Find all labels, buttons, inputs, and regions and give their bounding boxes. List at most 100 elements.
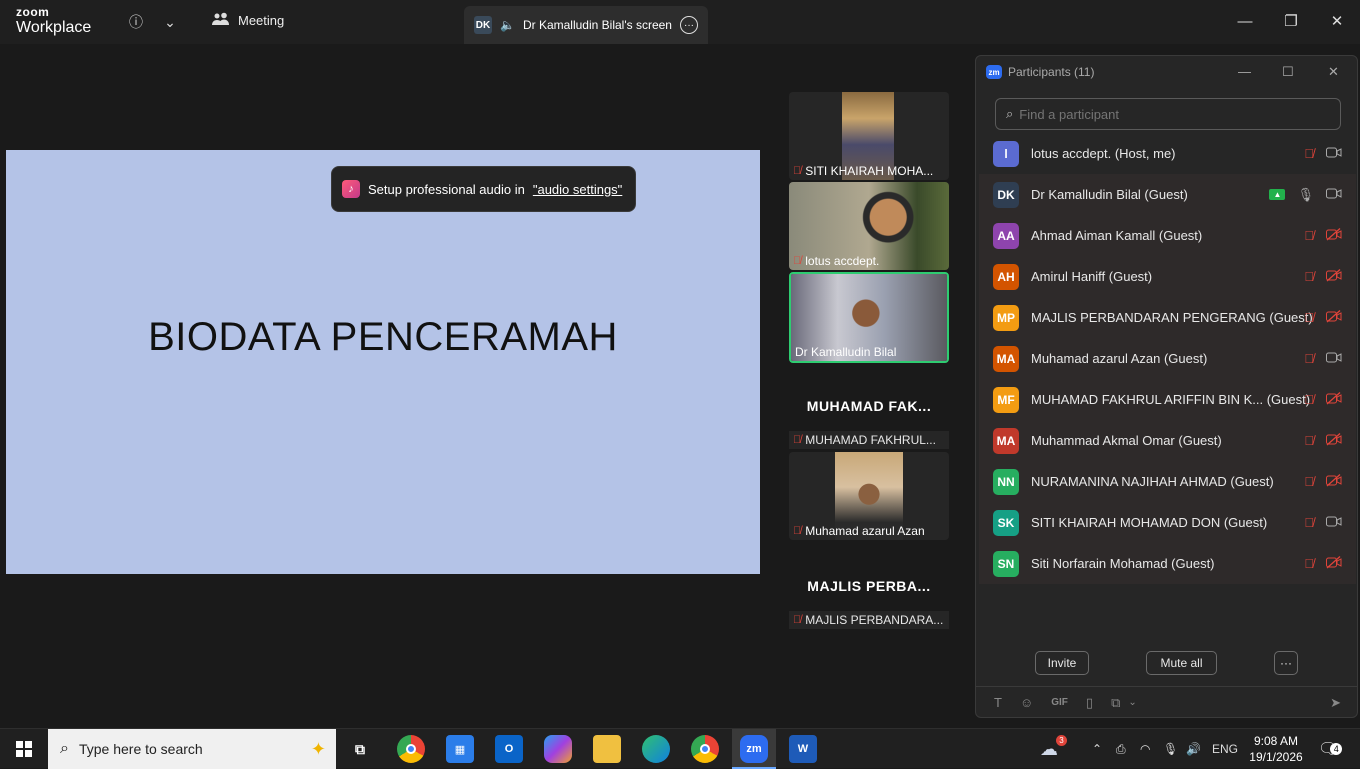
avatar: AH — [993, 263, 1019, 290]
file-explorer-icon[interactable] — [593, 735, 621, 763]
tile-name: 🎙̸ MUHAMAD FAKHRUL... — [789, 431, 949, 449]
mic-off-icon[interactable]: 🎙̸ — [1304, 269, 1314, 284]
meeting-tab[interactable]: Meeting — [212, 12, 284, 29]
participant-search[interactable]: ⌕ — [995, 98, 1341, 130]
clock[interactable]: 9:08 AM 19/1/2026 — [1248, 733, 1304, 765]
camera-off-icon[interactable] — [1326, 268, 1342, 285]
tile-name: 🎙̸ SITI KHAIRAH MOHA... — [793, 164, 934, 178]
participant-row[interactable]: DK Dr Kamalludin Bilal (Guest) ▲ 🎙 — [979, 174, 1356, 215]
screen-share-tab[interactable]: DK 🔈 Dr Kamalludin Bilal's screen ··· — [464, 6, 708, 44]
volume-icon[interactable]: 🔊 — [1186, 729, 1201, 769]
close-icon[interactable]: ✕ — [1322, 10, 1352, 32]
avatar: MA — [993, 345, 1019, 372]
camera-on-icon[interactable] — [1326, 351, 1342, 366]
camera-off-icon[interactable] — [1326, 473, 1342, 490]
more-options-icon[interactable]: ··· — [680, 16, 698, 34]
mic-off-icon[interactable]: 🎙̸ — [1304, 351, 1314, 366]
chat-toolbar: T ☺ GIF ▯ ⧉ ⌄ ➤ — [976, 686, 1357, 718]
windows-taskbar: ⌕ Type here to search ✦ ⧉ ▦ O zm W ☁ 3 ⌃… — [0, 728, 1360, 769]
edge-icon[interactable] — [642, 735, 670, 763]
wifi-icon[interactable]: ◠ — [1140, 729, 1150, 769]
camera-off-icon[interactable] — [1326, 227, 1342, 244]
panel-close-icon[interactable]: ✕ — [1328, 64, 1339, 80]
microphone-icon[interactable]: 🎙 — [1163, 729, 1178, 769]
mic-off-icon[interactable]: 🎙̸ — [1304, 392, 1314, 407]
mic-off-icon[interactable]: 🎙̸ — [1304, 228, 1314, 243]
windows-start-icon[interactable] — [16, 741, 32, 762]
mic-off-icon[interactable]: 🎙̸ — [1304, 433, 1314, 448]
text-format-icon[interactable]: T — [994, 695, 1002, 710]
gif-button[interactable]: GIF — [1051, 697, 1068, 708]
video-tile[interactable]: 🎙̸ Muhamad azarul Azan — [789, 452, 949, 540]
brand-bottom: Workplace — [16, 19, 92, 36]
toast-text: Setup professional audio in — [368, 181, 525, 197]
invite-button[interactable]: Invite — [1035, 651, 1089, 675]
chevron-down-icon[interactable]: ⌄ — [160, 12, 180, 32]
participant-row[interactable]: SN Siti Norfarain Mohamad (Guest) 🎙̸ — [979, 543, 1356, 584]
meet-now-icon[interactable]: ⎙ — [1116, 729, 1126, 769]
mic-off-icon[interactable]: 🎙̸ — [1304, 310, 1314, 325]
panel-minimize-icon[interactable]: — — [1238, 64, 1251, 79]
participant-row[interactable]: MP MAJLIS PERBANDARAN PENGERANG (Guest) 🎙̸ — [979, 297, 1356, 338]
participants-group-icon — [212, 12, 230, 29]
participant-row[interactable]: AA Ahmad Aiman Kamall (Guest) 🎙̸ — [979, 215, 1356, 256]
store-icon[interactable]: ▦ — [446, 735, 474, 763]
camera-on-icon[interactable] — [1326, 146, 1342, 161]
chevron-up-icon[interactable]: ⌃ — [1092, 729, 1102, 769]
zoom-small-icon: zm — [986, 65, 1002, 79]
mic-off-icon[interactable]: 🎙̸ — [1304, 146, 1314, 161]
notification-icon[interactable]: 🗨 4 — [1318, 729, 1343, 769]
emoji-icon[interactable]: ☺ — [1020, 695, 1033, 710]
camera-off-icon[interactable] — [1326, 391, 1342, 408]
language-indicator[interactable]: ENG — [1212, 729, 1238, 769]
search-input[interactable] — [1019, 106, 1320, 122]
audio-settings-link[interactable]: "audio settings" — [533, 182, 622, 197]
mic-on-icon[interactable]: 🎙 — [1297, 187, 1314, 203]
mic-off-icon: 🎙̸ — [793, 255, 802, 267]
copilot-icon[interactable] — [544, 735, 572, 763]
participant-status-icons: 🎙̸ — [1304, 473, 1342, 490]
participant-row[interactable]: l lotus accdept. (Host, me) 🎙̸ — [979, 133, 1356, 174]
camera-off-icon[interactable] — [1326, 432, 1342, 449]
participant-row[interactable]: MF MUHAMAD FAKHRUL ARIFFIN BIN K... (Gues… — [979, 379, 1356, 420]
participant-status-icons: 🎙̸ — [1304, 146, 1342, 161]
panel-popout-icon[interactable]: ☐ — [1282, 64, 1294, 80]
mute-all-button[interactable]: Mute all — [1146, 651, 1217, 675]
notification-count: 4 — [1330, 743, 1343, 755]
camera-off-icon[interactable] — [1326, 555, 1342, 572]
mic-off-icon[interactable]: 🎙̸ — [1304, 515, 1314, 530]
info-icon[interactable]: ⓘ — [126, 12, 146, 32]
taskbar-search[interactable]: ⌕ Type here to search ✦ — [48, 729, 336, 769]
participant-row[interactable]: SK SITI KHAIRAH MOHAMAD DON (Guest) 🎙̸ — [979, 502, 1356, 543]
zoom-taskbar-active[interactable]: zm — [732, 729, 776, 769]
outlook-icon[interactable]: O — [495, 735, 523, 763]
task-view-icon[interactable]: ⧉ — [346, 735, 374, 763]
word-icon[interactable]: W — [789, 735, 817, 763]
mic-off-icon[interactable]: 🎙̸ — [1304, 474, 1314, 489]
minimize-icon[interactable]: — — [1230, 10, 1260, 32]
video-tile[interactable]: 🎙̸ SITI KHAIRAH MOHA... — [789, 92, 949, 180]
mic-off-icon[interactable]: 🎙̸ — [1304, 556, 1314, 571]
participant-row[interactable]: NN NURAMANINA NAJIHAH AHMAD (Guest) 🎙̸ — [979, 461, 1356, 502]
send-icon[interactable]: ➤ — [1330, 695, 1341, 711]
participant-row[interactable]: MA Muhammad Akmal Omar (Guest) 🎙̸ — [979, 420, 1356, 461]
camera-on-icon[interactable] — [1326, 187, 1342, 202]
restore-icon[interactable]: ❐ — [1276, 10, 1306, 32]
video-tile[interactable]: 🎙̸ lotus accdept. — [789, 182, 949, 270]
camera-off-icon[interactable] — [1326, 309, 1342, 326]
weather-icon[interactable]: ☁ 3 — [1040, 729, 1067, 769]
chrome-profile-icon[interactable] — [691, 735, 719, 763]
file-icon[interactable]: ▯ — [1086, 695, 1093, 711]
speaker-icon: 🔈 — [500, 18, 515, 32]
participant-row[interactable]: MA Muhamad azarul Azan (Guest) 🎙̸ — [979, 338, 1356, 379]
avatar: DK — [993, 181, 1019, 208]
share-badge: DK — [474, 16, 492, 34]
chrome-icon[interactable] — [397, 735, 425, 763]
participant-name: Dr Kamalludin Bilal (Guest) — [1031, 187, 1188, 202]
camera-on-icon[interactable] — [1326, 515, 1342, 530]
video-tile-active-speaker[interactable]: Dr Kamalludin Bilal — [789, 272, 949, 363]
more-button[interactable]: ··· — [1274, 651, 1298, 675]
screenshot-icon[interactable]: ⧉ — [1111, 695, 1120, 711]
participant-row[interactable]: AH Amirul Haniff (Guest) 🎙̸ — [979, 256, 1356, 297]
chevron-down-icon[interactable]: ⌄ — [1128, 697, 1136, 708]
